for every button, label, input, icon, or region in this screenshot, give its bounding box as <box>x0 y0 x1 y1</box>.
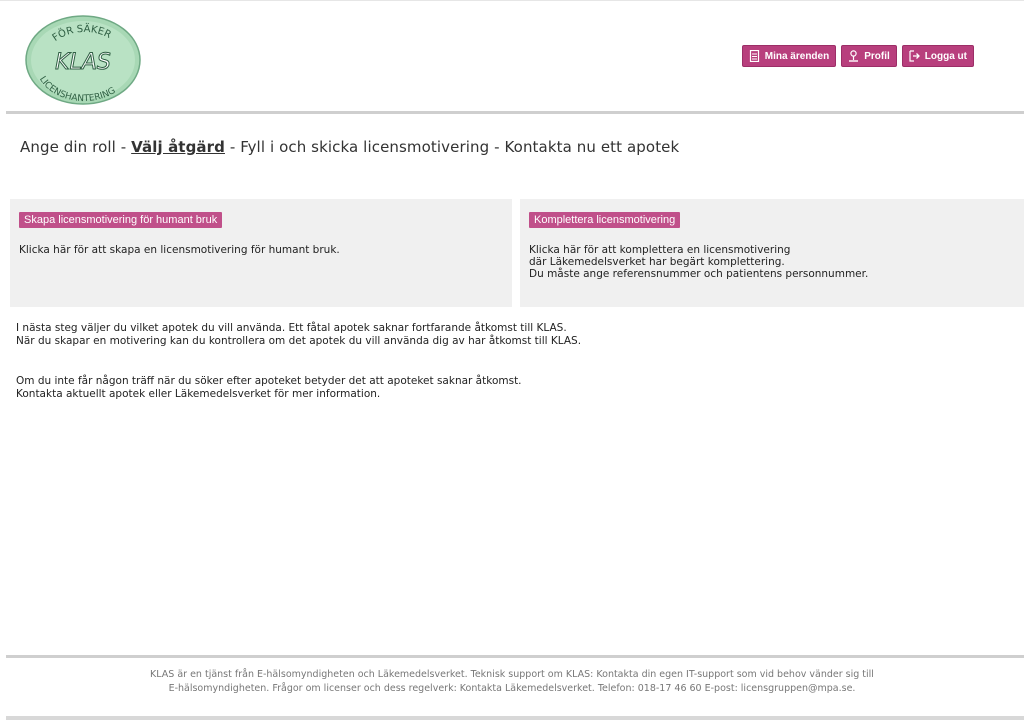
footer: KLAS är en tjänst från E-hälsomyndighete… <box>20 668 1004 696</box>
header-divider <box>6 111 1024 114</box>
document-icon <box>749 50 760 62</box>
breadcrumb-separator: - <box>115 138 132 156</box>
info-paragraph-ingen-traff: Om du inte får någon träff när du söker … <box>16 375 522 401</box>
info-paragraph-apotek: I nästa steg väljer du vilket apotek du … <box>16 322 581 348</box>
mina-arenden-button[interactable]: Mina ärenden <box>741 45 837 67</box>
mina-arenden-label: Mina ärenden <box>764 50 830 62</box>
skapa-card-line: Klicka här för att skapa en licensmotive… <box>19 244 340 256</box>
person-icon <box>848 50 859 62</box>
bottom-divider <box>6 716 1024 720</box>
header-actions: Mina ärenden Profil Logga ut <box>741 45 974 67</box>
breadcrumb-step-kontakta-apotek: Kontakta nu ett apotek <box>504 138 680 156</box>
logga-ut-button[interactable]: Logga ut <box>901 45 974 67</box>
footer-line: E-hälsomyndigheten. Frågor om licenser o… <box>168 683 856 694</box>
breadcrumb-separator: - <box>224 138 241 156</box>
footer-divider <box>6 655 1024 658</box>
logga-ut-label: Logga ut <box>924 50 967 62</box>
breadcrumb-separator: - <box>489 138 505 156</box>
komplettera-licensmotivering-button[interactable]: Komplettera licensmotivering <box>529 212 681 228</box>
profil-button[interactable]: Profil <box>841 45 897 67</box>
breadcrumb-step-valj-atgard: Välj åtgärd <box>131 138 225 156</box>
breadcrumb-step-ange-roll[interactable]: Ange din roll <box>20 138 116 156</box>
komplettera-card-line: där Läkemedelsverket har begärt komplett… <box>529 256 785 268</box>
header: FÖR SÄKER KLAS LICENSHANTERING Mina ären… <box>0 0 1024 112</box>
breadcrumb: Ange din roll - Välj åtgärd - Fyll i och… <box>20 138 679 156</box>
komplettera-card-description: Klicka här för att komplettera en licens… <box>529 244 1015 280</box>
skapa-card-description: Klicka här för att skapa en licensmotive… <box>19 244 503 256</box>
breadcrumb-step-fyll-i: Fyll i och skicka licensmotivering <box>240 138 490 156</box>
info-line: Kontakta aktuellt apotek eller Läkemedel… <box>16 388 381 400</box>
komplettera-licensmotivering-card[interactable]: Komplettera licensmotivering Klicka här … <box>520 199 1024 307</box>
footer-line: KLAS är en tjänst från E-hälsomyndighete… <box>150 669 874 680</box>
komplettera-card-line: Klicka här för att komplettera en licens… <box>529 244 791 256</box>
logo-main-text: KLAS <box>55 50 111 75</box>
profil-label: Profil <box>864 50 890 62</box>
info-line: I nästa steg väljer du vilket apotek du … <box>16 322 567 334</box>
klas-logo[interactable]: FÖR SÄKER KLAS LICENSHANTERING <box>24 14 142 106</box>
info-line: Om du inte får någon träff när du söker … <box>16 375 522 387</box>
top-divider <box>0 0 1024 1</box>
skapa-licensmotivering-card[interactable]: Skapa licensmotivering för humant bruk K… <box>10 199 512 307</box>
komplettera-card-line: Du måste ange referensnummer och patient… <box>529 268 869 280</box>
skapa-licensmotivering-button[interactable]: Skapa licensmotivering för humant bruk <box>19 212 223 228</box>
info-line: När du skapar en motivering kan du kontr… <box>16 335 582 347</box>
logout-icon <box>909 50 920 62</box>
